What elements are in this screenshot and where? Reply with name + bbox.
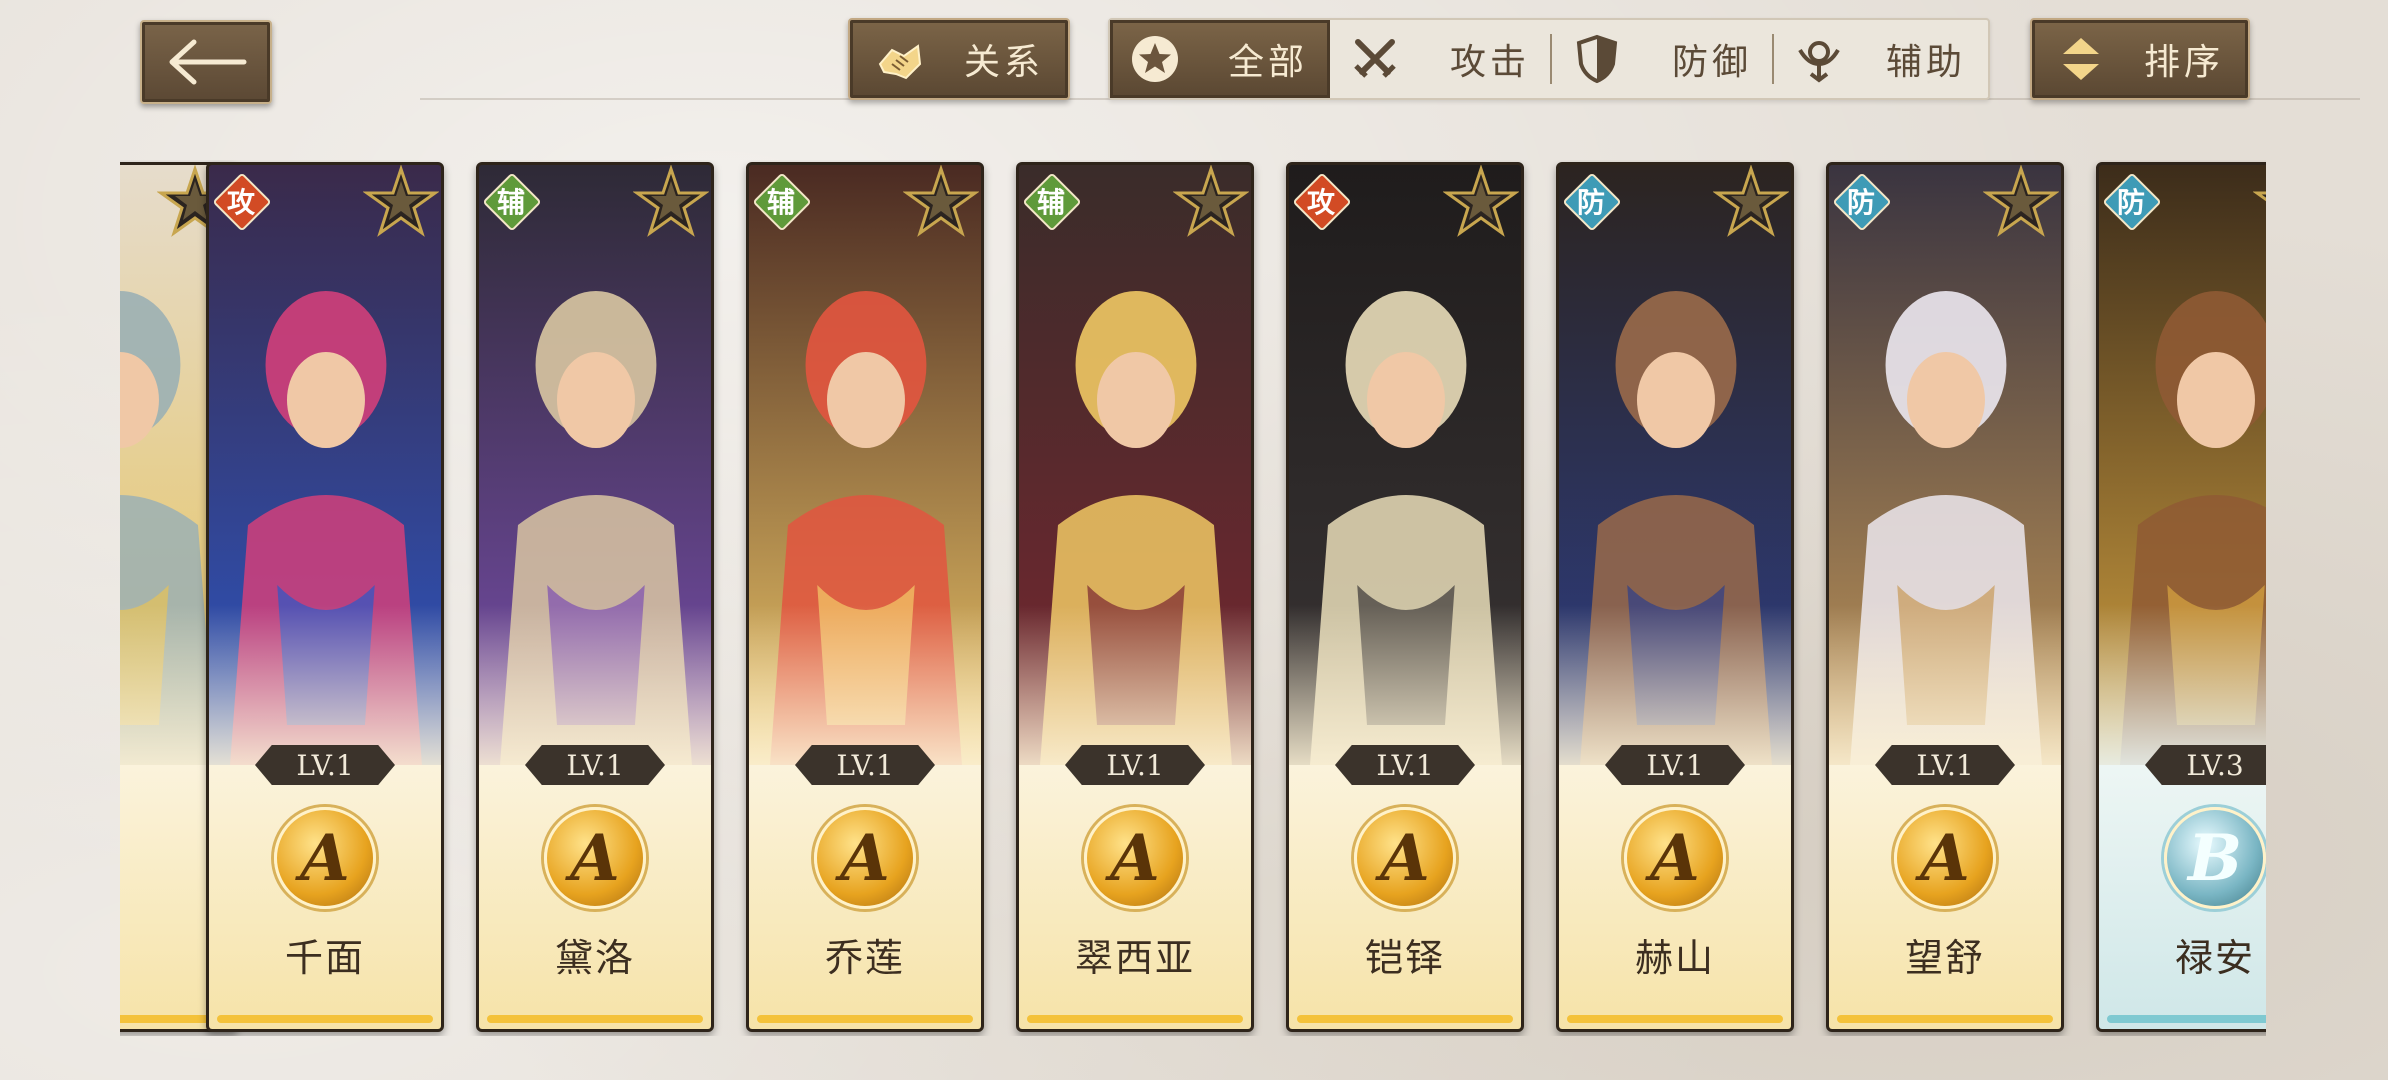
level-badge: LV.1 — [1875, 745, 2015, 785]
tab-label: 全部 — [1227, 42, 1308, 83]
tab-attack[interactable]: 攻击 — [1330, 20, 1552, 98]
character-name: 赫山 — [1634, 936, 1715, 980]
star-icon — [2252, 165, 2266, 241]
rank-medal: A — [544, 807, 646, 909]
character-name: 黛洛 — [554, 936, 635, 980]
card-accent-bar — [217, 1015, 433, 1023]
tab-label: 防御 — [1671, 42, 1752, 83]
character-name: 乔莲 — [824, 936, 905, 980]
card-accent-bar — [1837, 1015, 2053, 1023]
star-icon — [632, 165, 710, 241]
role-filter-bar: 全部 攻击 防御 辅助 — [1108, 18, 1990, 100]
level-badge: LV.1 — [1605, 745, 1745, 785]
level-badge: LV.1 — [255, 745, 395, 785]
role-label: 辅 — [1036, 186, 1065, 219]
card-accent-bar — [487, 1015, 703, 1023]
character-name: 禄安 — [2174, 936, 2255, 980]
character-card[interactable]: 攻 LV.1 A 铠铎 — [1286, 162, 1524, 1032]
level-badge: LV.1 — [1065, 745, 1205, 785]
role-badge: 防 — [1562, 172, 1622, 232]
character-name: 望舒 — [1904, 936, 1985, 980]
rank-medal: A — [1624, 807, 1726, 909]
star-icon — [362, 165, 440, 241]
rank-medal: B — [2164, 807, 2266, 909]
rank-medal: A — [1894, 807, 1996, 909]
card-accent-bar — [1567, 1015, 1783, 1023]
star-icon — [1712, 165, 1790, 241]
role-badge: 防 — [2102, 172, 2162, 232]
sort-icon — [2046, 34, 2116, 84]
relation-button[interactable]: 关系 — [848, 18, 1070, 100]
character-card[interactable]: 辅 LV.1 A 乔莲 — [746, 162, 984, 1032]
role-label: 防 — [1576, 186, 1605, 219]
character-card[interactable]: 防 LV.3 B 禄安 — [2096, 162, 2266, 1032]
rank-medal: A — [274, 807, 376, 909]
role-label: 辅 — [496, 186, 525, 219]
role-badge: 攻 — [1292, 172, 1352, 232]
back-button[interactable] — [140, 20, 272, 104]
rank-medal: A — [1084, 807, 1186, 909]
level-badge: LV.1 — [525, 745, 665, 785]
tab-label: 攻击 — [1449, 42, 1530, 83]
star-icon — [1442, 165, 1520, 241]
role-label: 防 — [1846, 186, 1875, 219]
character-name: 千面 — [284, 936, 365, 980]
role-badge: 辅 — [482, 172, 542, 232]
star-icon — [902, 165, 980, 241]
character-card[interactable]: 辅 LV.1 A 黛洛 — [476, 162, 714, 1032]
level-badge: LV.1 — [1335, 745, 1475, 785]
star-icon — [1172, 165, 1250, 241]
shield-icon — [1562, 34, 1632, 84]
role-badge: 辅 — [752, 172, 812, 232]
crossed-swords-icon — [1340, 34, 1410, 84]
character-name: 翠西亚 — [1074, 936, 1195, 980]
role-label: 攻 — [1306, 186, 1335, 219]
tab-all[interactable]: 全部 — [1110, 20, 1330, 98]
handshake-icon — [864, 34, 934, 84]
tab-defense[interactable]: 防御 — [1552, 20, 1774, 98]
role-badge: 防 — [1832, 172, 1892, 232]
character-card[interactable]: 防 LV.1 A 望舒 — [1826, 162, 2064, 1032]
card-accent-bar — [2107, 1015, 2266, 1023]
rank-medal: A — [1354, 807, 1456, 909]
character-name: 铠铎 — [1364, 936, 1445, 980]
level-badge: LV.1 — [795, 745, 935, 785]
relation-label: 关系 — [963, 42, 1044, 83]
character-card[interactable]: 辅 LV.1 A 翠西亚 — [1016, 162, 1254, 1032]
card-accent-bar — [757, 1015, 973, 1023]
support-icon — [1784, 34, 1854, 84]
card-accent-bar — [1297, 1015, 1513, 1023]
level-badge: LV.3 — [2145, 745, 2266, 785]
sort-button[interactable]: 排序 — [2030, 18, 2250, 100]
card-accent-bar — [1027, 1015, 1243, 1023]
role-badge: 攻 — [212, 172, 272, 232]
rank-medal: A — [814, 807, 916, 909]
character-card[interactable]: 攻 LV.1 A 千面 — [206, 162, 444, 1032]
role-label: 防 — [2116, 186, 2145, 219]
star-circle-icon — [1120, 33, 1190, 85]
tab-label: 辅助 — [1885, 42, 1966, 83]
role-label: 辅 — [766, 186, 795, 219]
character-card-strip: 攻 LV.1 A 千面辅 LV.1 A 黛洛辅 LV.1 A 乔莲辅 LV.1 A 翠西亚攻 LV.1 A 铠… — [120, 160, 2266, 1036]
star-icon — [1982, 165, 2060, 241]
character-card[interactable]: 防 LV.1 A 赫山 — [1556, 162, 1794, 1032]
arrow-left-icon — [169, 39, 247, 85]
tab-support[interactable]: 辅助 — [1774, 20, 1988, 98]
role-label: 攻 — [226, 186, 255, 219]
role-badge: 辅 — [1022, 172, 1082, 232]
sort-label: 排序 — [2143, 42, 2224, 83]
